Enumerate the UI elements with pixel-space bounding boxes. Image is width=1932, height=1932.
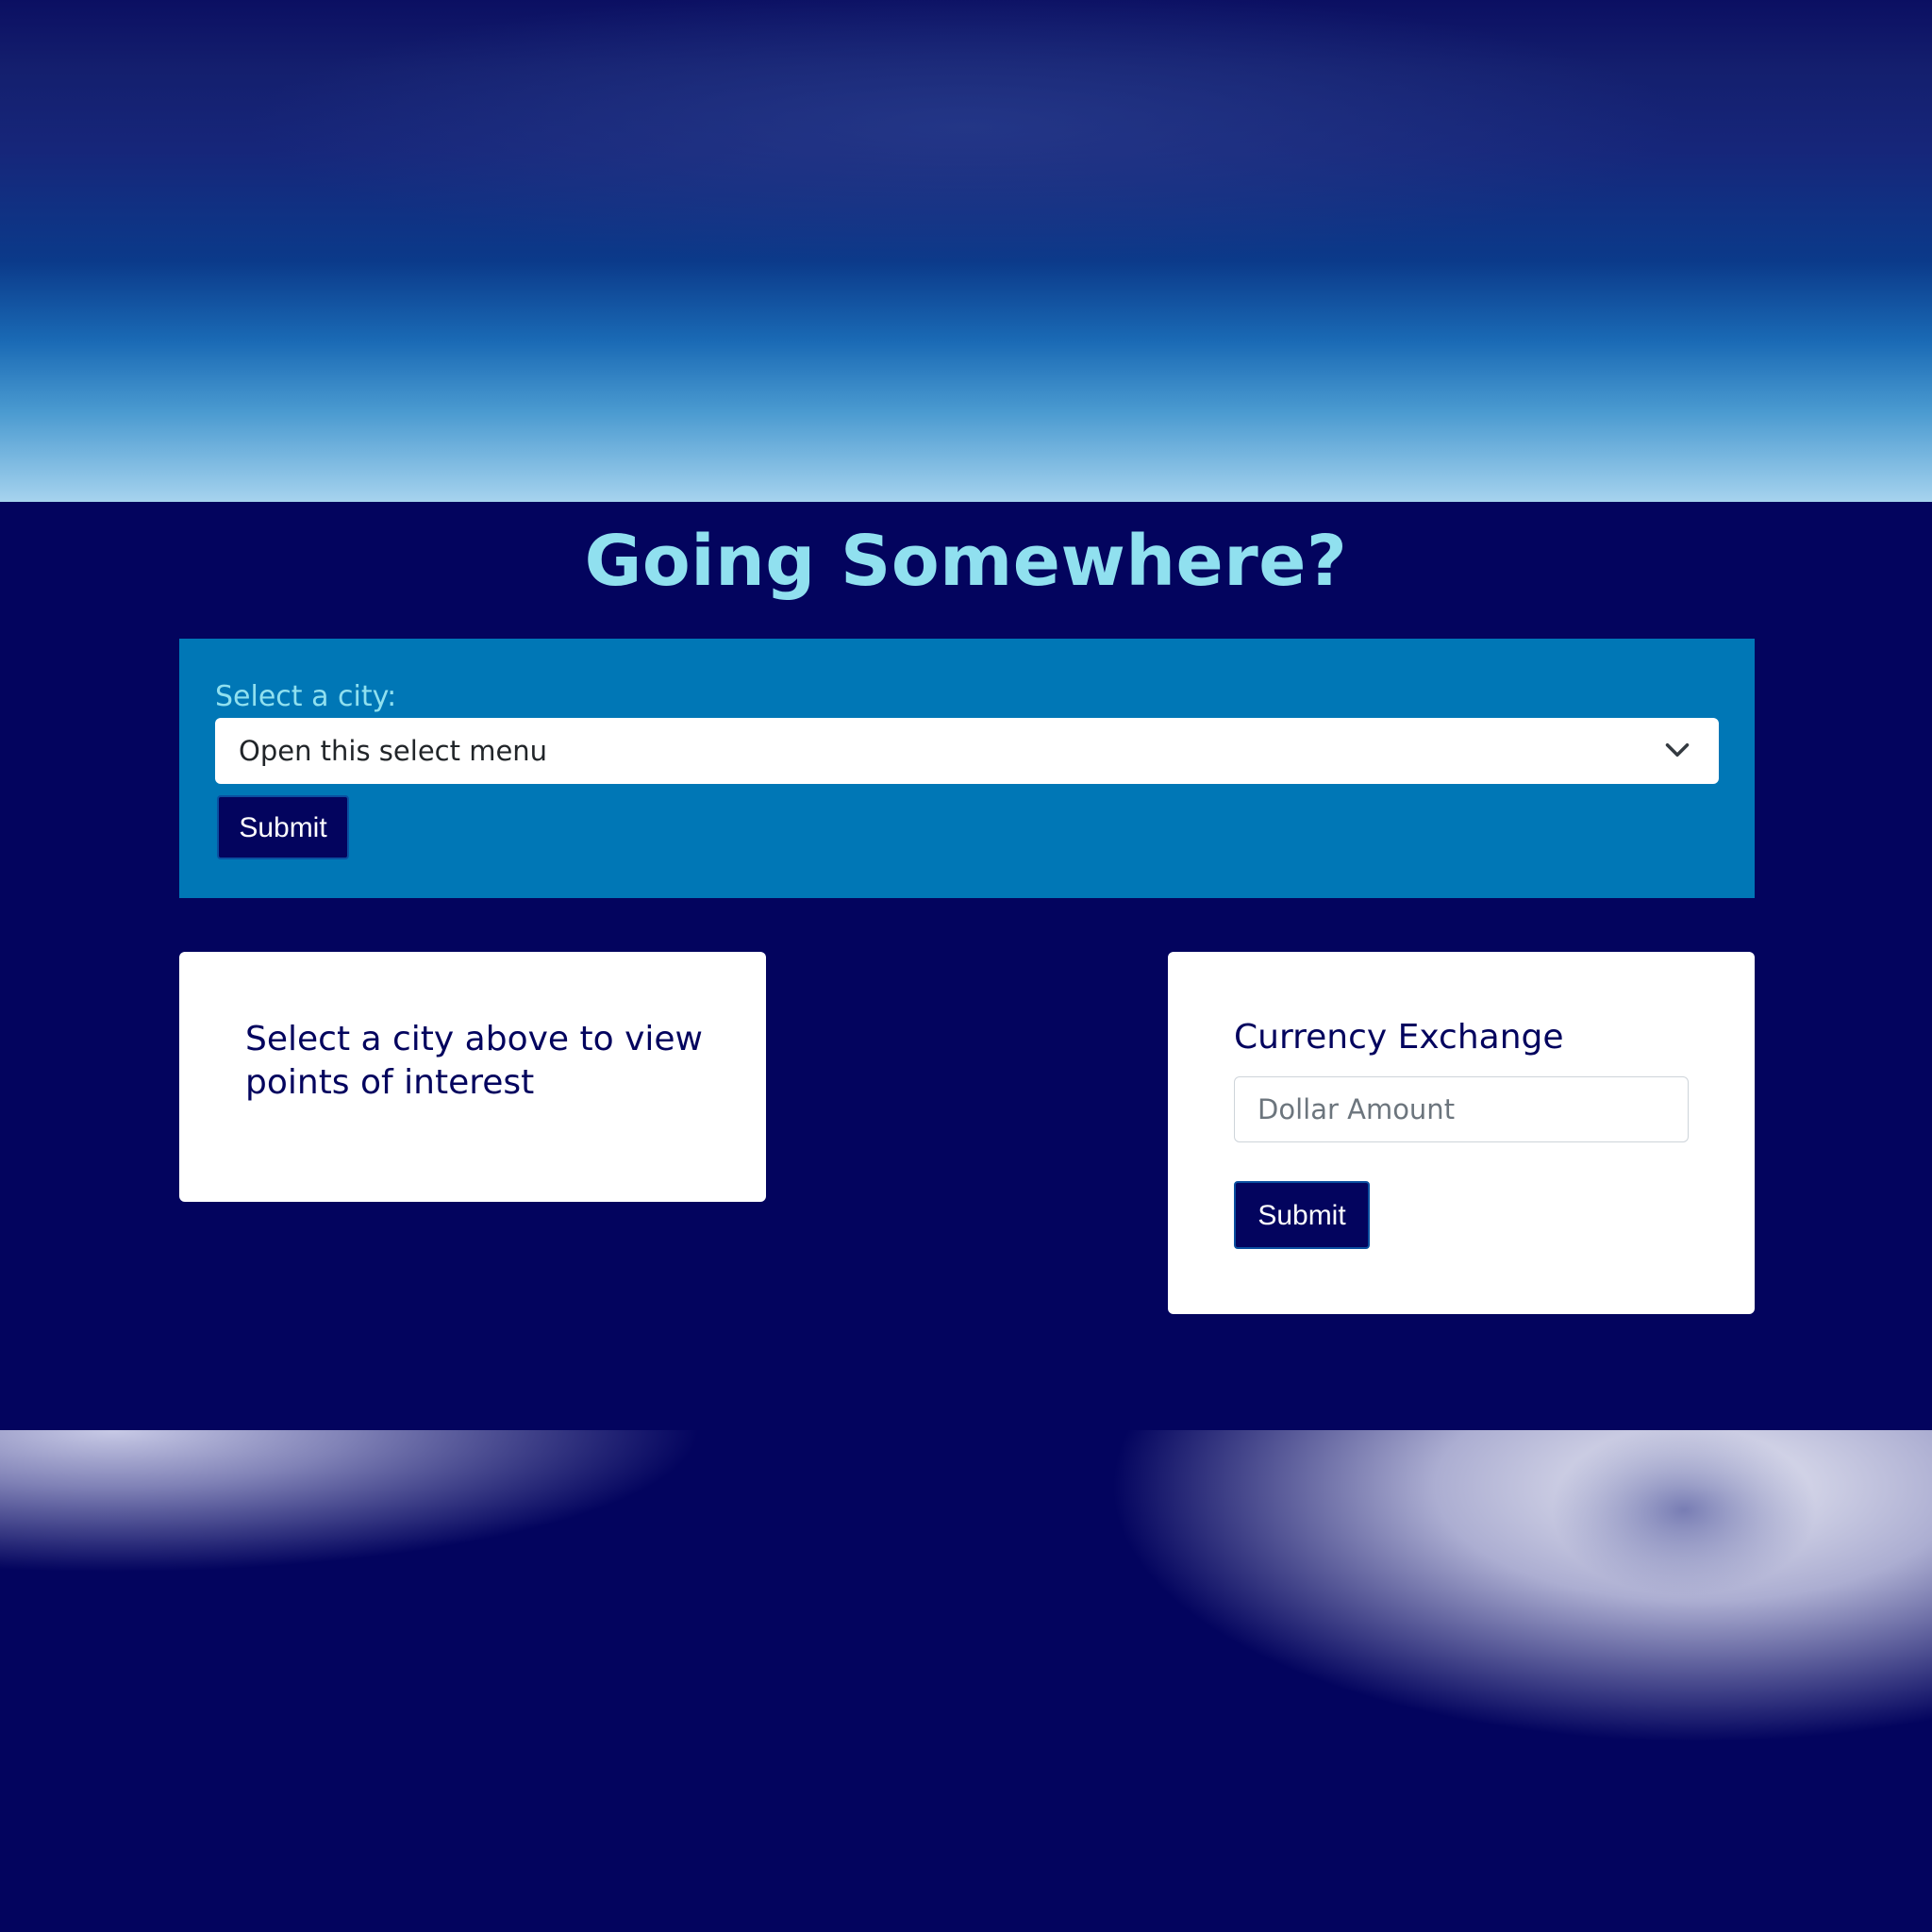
currency-exchange-title: Currency Exchange xyxy=(1234,1018,1564,1057)
page-title: Going Somewhere? xyxy=(584,521,1348,602)
poi-placeholder-message: Select a city above to view points of in… xyxy=(245,1020,703,1102)
city-submit-button[interactable]: Submit xyxy=(217,795,349,859)
bottom-hero-image xyxy=(0,1430,1932,1932)
chevron-down-icon xyxy=(1665,743,1690,757)
city-select-value: Open this select menu xyxy=(239,735,548,767)
city-select-panel: Select a city: Open this select menu Sub… xyxy=(179,639,1755,898)
currency-exchange-card: Currency Exchange Submit xyxy=(1168,952,1755,1314)
currency-submit-button[interactable]: Submit xyxy=(1234,1181,1370,1249)
points-of-interest-card: Select a city above to view points of in… xyxy=(179,952,766,1202)
dollar-amount-input[interactable] xyxy=(1234,1076,1689,1142)
city-select-dropdown[interactable]: Open this select menu xyxy=(215,718,1719,784)
city-select-label: Select a city: xyxy=(215,680,397,713)
top-hero-image xyxy=(0,0,1932,502)
